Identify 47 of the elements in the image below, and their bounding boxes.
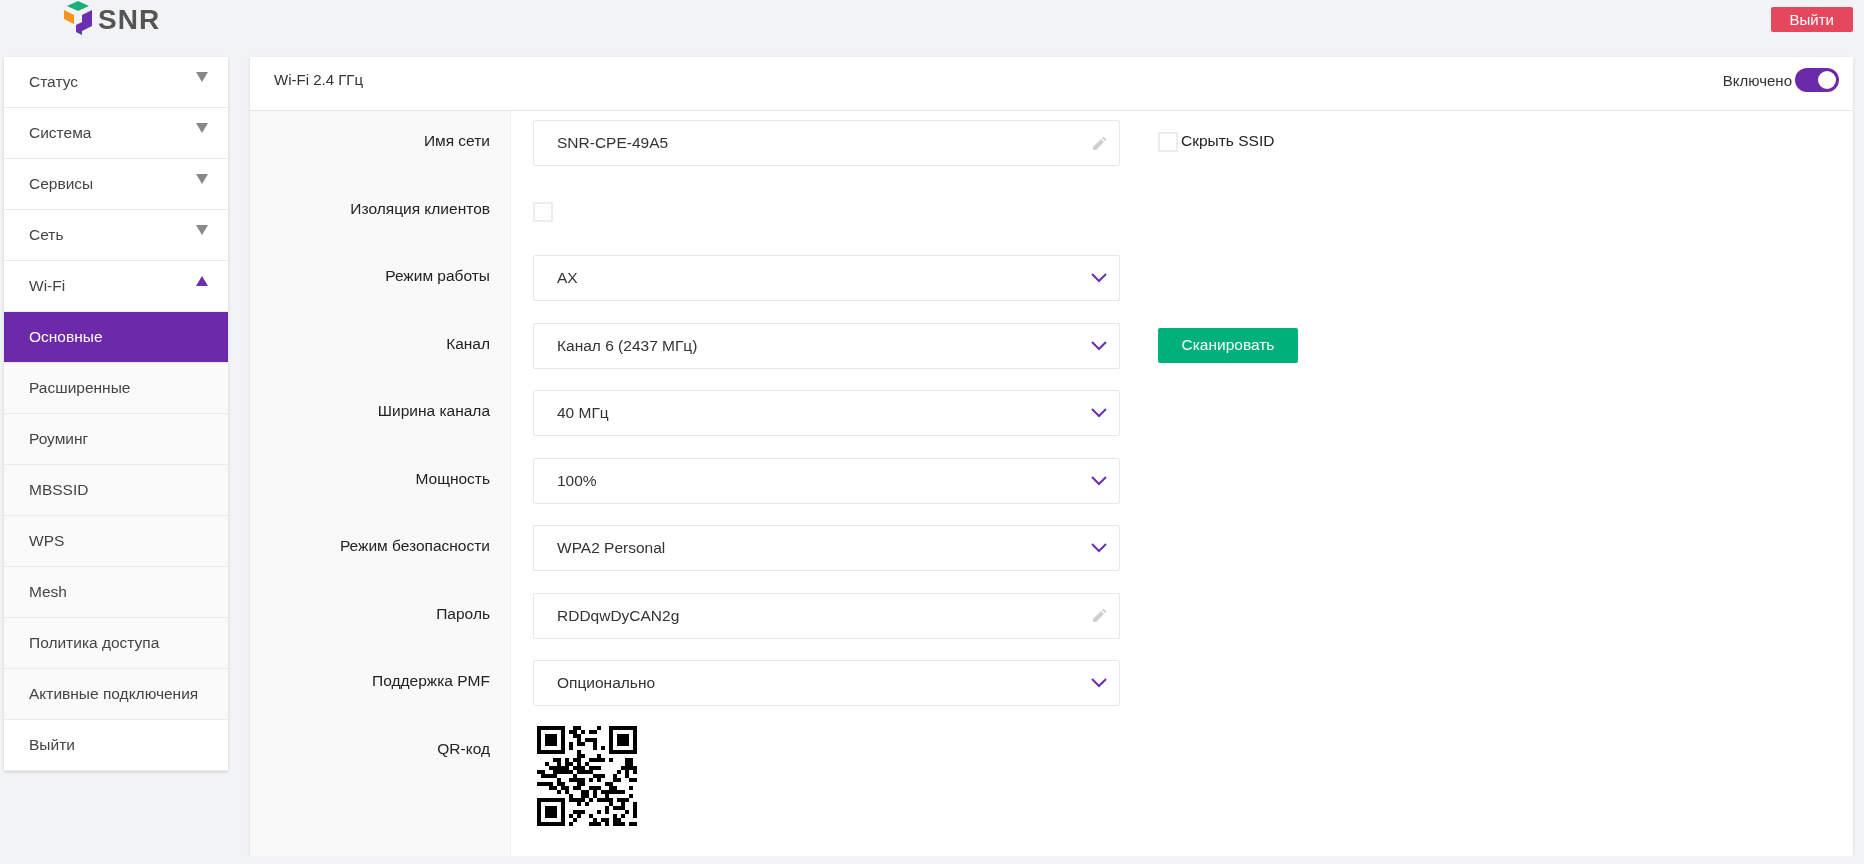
field-label: Пароль	[436, 604, 490, 623]
chevron-down-icon	[1091, 273, 1107, 283]
sidebar-subitem[interactable]: Политика доступа	[4, 618, 228, 669]
logo-text: SNR	[98, 3, 161, 36]
sidebar-subitem[interactable]: Активные подключения	[4, 669, 228, 720]
field-label: Мощность	[415, 469, 490, 488]
sidebar-item[interactable]: Wi-Fi	[4, 261, 228, 312]
field-label: Изоляция клиентов	[350, 199, 490, 218]
dropdown[interactable]: 100%	[533, 457, 1120, 504]
sidebar-subitem[interactable]: Mesh	[4, 567, 228, 618]
chevron-down-icon	[1091, 678, 1107, 688]
field-label: Канал	[446, 334, 490, 353]
chevron-down-icon	[1091, 408, 1107, 418]
pencil-icon	[1092, 608, 1107, 623]
panel-title: Wi-Fi 2.4 ГГц	[274, 71, 363, 88]
toggle-switch[interactable]	[1795, 68, 1839, 92]
field-label: Режим работы	[385, 267, 490, 285]
chevron-down-icon	[1091, 340, 1107, 351]
sidebar-subitem[interactable]: MBSSID	[4, 465, 228, 516]
field-label: Поддержка PMF	[372, 672, 490, 690]
input-field[interactable]: SNR-CPE-49A5	[533, 120, 1120, 166]
sidebar-subitem[interactable]: WPS	[4, 516, 228, 567]
logout-button[interactable]: Выйти	[1770, 7, 1853, 32]
field-label: Режим безопасности	[339, 537, 490, 555]
sidebar-item[interactable]: Сервисы	[4, 159, 228, 210]
input-field[interactable]: RDDqwDyCAN2g	[533, 592, 1120, 639]
checkbox-label: Скрыть SSID	[1181, 132, 1275, 150]
sidebar-subitem[interactable]: Расширенные	[4, 363, 228, 414]
dropdown[interactable]: Канал 6 (2437 МГц)	[533, 322, 1120, 369]
field-label: Имя сети	[423, 132, 490, 150]
sidebar-item[interactable]: Статус	[4, 57, 228, 108]
sidebar-item[interactable]: Выйти	[4, 720, 228, 771]
toggle-label: Включено	[1722, 71, 1792, 89]
logo-icon	[62, 1, 94, 35]
dropdown[interactable]: Опционально	[533, 660, 1120, 706]
dropdown[interactable]: 40 МГц	[533, 390, 1120, 436]
pencil-icon	[1092, 135, 1107, 151]
sidebar-subitem[interactable]: Основные	[4, 312, 228, 363]
field-label: Ширина канала	[377, 402, 490, 420]
chevron-down-icon	[1091, 543, 1107, 553]
dropdown[interactable]: WPA2 Personal	[533, 525, 1120, 571]
chevron-down-icon	[1091, 475, 1107, 486]
sidebar-subitem[interactable]: Роуминг	[4, 414, 228, 465]
sidebar-item[interactable]: Сеть	[4, 210, 228, 261]
sidebar-item[interactable]: Система	[4, 108, 228, 159]
field-label: QR-код	[437, 739, 490, 758]
dropdown[interactable]: AX	[533, 255, 1120, 301]
